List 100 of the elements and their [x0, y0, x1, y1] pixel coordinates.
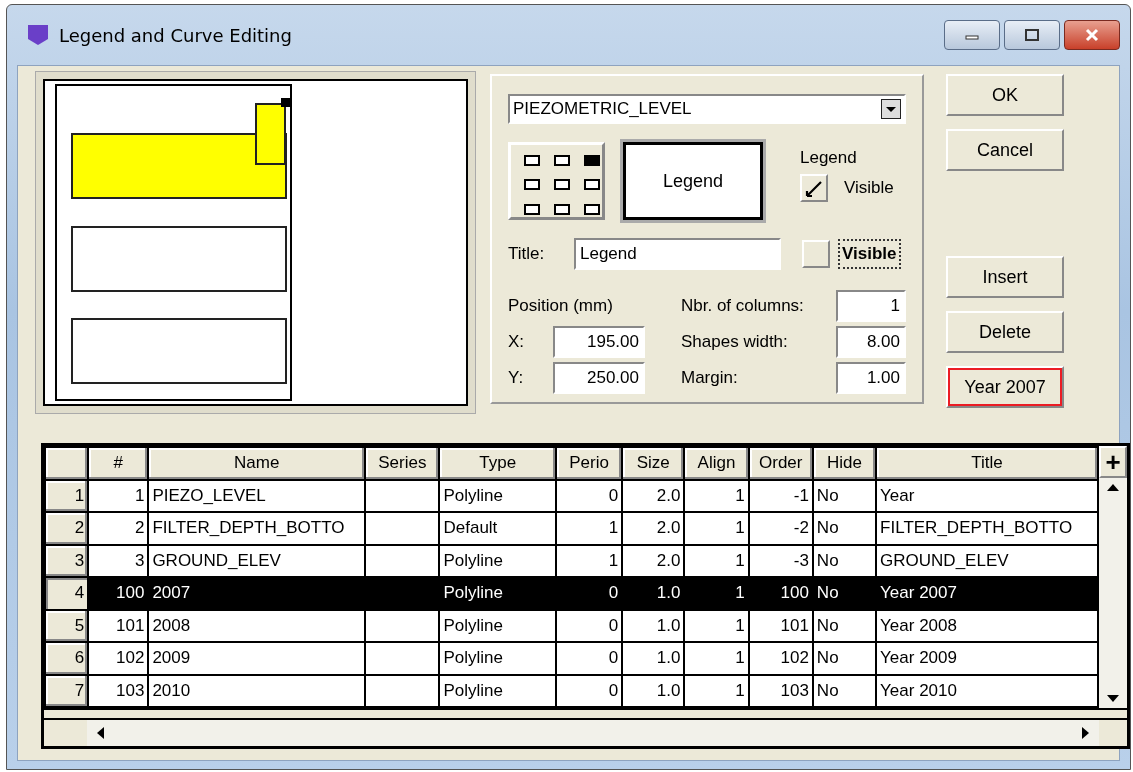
columns-input[interactable]: 1 — [836, 290, 906, 322]
table-cell: 1 — [684, 674, 749, 707]
corner-header — [45, 447, 89, 480]
window-title: Legend and Curve Editing — [59, 24, 292, 46]
scroll-down-icon[interactable] — [1106, 694, 1120, 704]
table-row[interactable]: 5 101 2008 Polyline 0 1.0 1 101 No Year 2008 — [45, 609, 1098, 642]
dialog-button[interactable]: OK — [946, 74, 1064, 116]
table-cell: 2007 — [148, 577, 366, 610]
legend-preview-button[interactable]: Legend — [623, 142, 763, 220]
column-header[interactable]: Title — [876, 447, 1098, 480]
table-cell: Year 2009 — [876, 642, 1098, 675]
column-header[interactable]: Type — [439, 447, 556, 480]
coordinate-input[interactable]: 195.00 — [553, 326, 645, 358]
table-cell: 1 — [88, 479, 149, 512]
field-label: Nbr. of columns: — [681, 296, 805, 316]
table-cell: 102 — [88, 642, 149, 675]
row-header[interactable]: 7 — [45, 674, 89, 707]
column-header[interactable]: Order — [748, 447, 813, 480]
scroll-up-icon[interactable] — [1106, 482, 1120, 492]
checkbox-label: Visible — [844, 178, 894, 198]
table-cell: 103 — [748, 674, 813, 707]
field-label: Shapes width: — [681, 332, 789, 352]
column-header[interactable]: Name — [148, 447, 366, 480]
dialog-button[interactable]: Insert — [946, 256, 1064, 298]
maximize-icon — [1022, 28, 1042, 42]
row-header[interactable]: 4 — [45, 577, 89, 610]
table-row[interactable]: 7 103 2010 Polyline 0 1.0 1 103 No Year 2010 — [45, 674, 1098, 707]
table-cell: 2 — [88, 512, 149, 545]
anchor-option[interactable] — [584, 203, 600, 215]
column-header[interactable]: Size — [622, 447, 685, 480]
number-input[interactable]: 8.00 — [836, 326, 906, 358]
anchor-option[interactable] — [524, 155, 540, 166]
table-cell: No — [812, 512, 877, 545]
legend-visible-checkbox[interactable] — [800, 174, 828, 202]
maximize-button[interactable] — [1004, 20, 1060, 50]
table-cell: 101 — [88, 609, 149, 642]
checkbox-label: Visible — [838, 239, 901, 269]
table-row[interactable]: 4 100 2007 Polyline 0 1.0 1 100 No Year 2007 — [45, 577, 1098, 610]
dropdown-arrow-icon — [881, 99, 901, 119]
scroll-right-icon[interactable] — [1081, 726, 1091, 740]
table-cell: 1 — [684, 609, 749, 642]
row-header[interactable]: 5 — [45, 609, 89, 642]
anchor-option[interactable] — [554, 203, 570, 215]
title-input[interactable]: Legend — [574, 238, 781, 270]
scroll-left-icon[interactable] — [95, 726, 105, 740]
style-button[interactable]: Year 2007 — [946, 366, 1064, 408]
table-row[interactable]: 6 102 2009 Polyline 0 1.0 1 102 No Year 2009 — [45, 642, 1098, 675]
row-header[interactable]: 2 — [45, 512, 89, 545]
row-header[interactable]: 1 — [45, 479, 89, 512]
column-header[interactable]: Series — [365, 447, 440, 480]
table-cell: No — [812, 577, 877, 610]
table-cell: 103 — [88, 674, 149, 707]
table-cell: Polyline — [439, 642, 556, 675]
column-header[interactable]: # — [88, 447, 149, 480]
anchor-option[interactable] — [554, 155, 570, 166]
table-cell: 2.0 — [622, 512, 685, 545]
table-cell: 1.0 — [622, 609, 685, 642]
anchor-option[interactable] — [554, 179, 570, 191]
table-cell: 1 — [684, 512, 749, 545]
position-label: Position (mm) — [508, 296, 614, 316]
title-visible-checkbox[interactable] — [802, 240, 830, 268]
minimize-button[interactable] — [944, 20, 1000, 50]
table-cell: 0 — [555, 479, 623, 512]
coordinate-input[interactable]: 250.00 — [553, 362, 645, 394]
row-header[interactable]: 6 — [45, 642, 89, 675]
dialog-button[interactable]: Delete — [946, 311, 1064, 353]
table-cell: 1.0 — [622, 674, 685, 707]
table-cell: 2010 — [148, 674, 366, 707]
table-cell: Year 2007 — [876, 577, 1098, 610]
table-cell: PIEZO_LEVEL — [148, 479, 366, 512]
field-label: X: — [508, 332, 526, 352]
table-cell: Polyline — [439, 609, 556, 642]
table-cell: 2009 — [148, 642, 366, 675]
table-cell: 100 — [88, 577, 149, 610]
close-button[interactable] — [1064, 20, 1120, 50]
table-cell: 1.0 — [622, 642, 685, 675]
horizontal-scrollbar[interactable] — [87, 720, 1099, 746]
field-label: Margin: — [681, 368, 739, 388]
anchor-option[interactable] — [524, 203, 540, 215]
table-cell: Polyline — [439, 674, 556, 707]
column-header[interactable]: Align — [684, 447, 749, 480]
column-header[interactable]: Hide — [812, 447, 877, 480]
table-cell: 1.0 — [622, 577, 685, 610]
anchor-option[interactable] — [524, 179, 540, 191]
add-column-button[interactable]: + — [1099, 446, 1127, 478]
row-header[interactable]: 3 — [45, 544, 89, 577]
anchor-option[interactable] — [584, 179, 600, 191]
table-cell: 1 — [684, 642, 749, 675]
table-cell: Default — [439, 512, 556, 545]
dialog-button[interactable]: Cancel — [946, 129, 1064, 171]
table-row[interactable]: 1 1 PIEZO_LEVEL Polyline 0 2.0 1 -1 No Year — [45, 479, 1098, 512]
legend-label: Legend — [800, 148, 858, 168]
table-cell: Polyline — [439, 479, 556, 512]
column-header[interactable]: Perio — [555, 447, 623, 480]
table-cell: 0 — [555, 642, 623, 675]
table-cell: No — [812, 609, 877, 642]
number-input[interactable]: 1.00 — [836, 362, 906, 394]
vertical-scrollbar[interactable] — [1099, 478, 1127, 708]
table-row[interactable]: 2 2 FILTER_DEPTH_BOTTO Default 1 2.0 1 -2 No FILTER_DEPTH_BOTTO — [45, 512, 1098, 545]
curve-dropdown[interactable]: PIEZOMETRIC_LEVEL — [508, 94, 906, 124]
